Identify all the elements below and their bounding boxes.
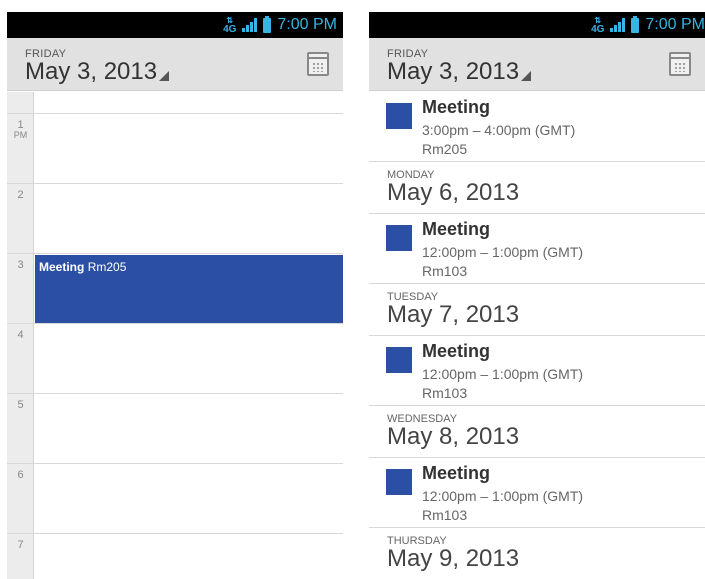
hour-label: 1 PM [13,119,28,141]
agenda-event[interactable]: Meeting 12:00pm – 1:00pm (GMT) Rm103 [369,214,705,284]
event-title: Meeting [422,463,491,483]
hour-label: 3 [17,259,24,271]
header-date[interactable]: May 3, 2013 [387,58,532,86]
hour-row[interactable]: 6 [7,464,343,534]
event-location: Rm103 [422,385,468,401]
hour-label: 7 [17,539,24,551]
dropdown-caret-icon [159,71,170,81]
hour-label: 2 [17,189,24,201]
agenda-day-header: MONDAY May 6, 2013 [369,162,705,214]
agenda-day-header: WEDNESDAY May 8, 2013 [369,406,705,458]
hour-label: 6 [17,469,24,481]
day-date: May 8, 2013 [387,423,520,450]
hour-label: 4 [17,329,24,341]
event-time: 12:00pm – 1:00pm (GMT) [422,244,584,260]
hour-row[interactable]: 7 [7,534,343,579]
agenda-day-header: THURSDAY May 9, 2013 [369,528,705,579]
event-color-swatch [386,469,412,495]
network-4g-icon: ⇅ 4G [223,16,237,35]
event-title: Meeting [39,260,85,274]
event-color-swatch [386,347,412,373]
status-bar: ⇅ 4G 7:00 PM [369,12,705,38]
status-clock: 7:00 PM [645,16,705,33]
event-block[interactable]: Meeting Rm205 [35,255,343,323]
day-date: May 9, 2013 [387,545,520,572]
hour-row[interactable]: 4 [7,324,343,394]
agenda-event[interactable]: Meeting 12:00pm – 1:00pm (GMT) Rm103 [369,458,705,528]
battery-icon [263,15,272,33]
agenda-day-header: TUESDAY May 7, 2013 [369,284,705,336]
date-header[interactable]: FRIDAY May 3, 2013 [369,38,705,91]
event-location: Rm103 [422,507,468,523]
status-clock: 7:00 PM [277,16,337,33]
day-date: May 6, 2013 [387,179,520,206]
event-location: Rm205 [87,260,127,274]
day-date: May 7, 2013 [387,301,520,328]
event-color-swatch [386,103,412,129]
event-time: 12:00pm – 1:00pm (GMT) [422,366,584,382]
event-color-swatch [386,225,412,251]
status-bar: ⇅ 4G 7:00 PM [7,12,343,38]
agenda-view-screen: ⇅ 4G 7:00 PM FRIDAY May 3, 2013 Meeting 3… [369,12,705,579]
day-view-screen: ⇅ 4G 7:00 PM FRIDAY May 3, 2013 1 PM 2 3 4… [7,12,343,579]
battery-icon [631,15,640,33]
agenda-event[interactable]: Meeting 12:00pm – 1:00pm (GMT) Rm103 [369,336,705,406]
network-4g-icon: ⇅ 4G [591,16,605,35]
event-time: 3:00pm – 4:00pm (GMT) [422,122,576,138]
all-day-row[interactable] [7,92,343,114]
date-header[interactable]: FRIDAY May 3, 2013 [7,38,343,91]
dropdown-caret-icon [521,71,532,81]
event-title: Meeting [422,97,491,117]
hour-row[interactable]: 1 PM [7,114,343,184]
event-title: Meeting [422,341,491,361]
event-time: 12:00pm – 1:00pm (GMT) [422,488,584,504]
event-title: Meeting [422,219,491,239]
signal-icon [242,18,258,32]
calendar-today-icon[interactable] [307,52,329,76]
event-location: Rm205 [422,141,468,157]
hour-row[interactable]: 5 [7,394,343,464]
agenda-event[interactable]: Meeting 3:00pm – 4:00pm (GMT) Rm205 [369,92,705,162]
day-grid[interactable]: 1 PM 2 3 4 5 6 7 Meeting Rm205 [7,92,343,579]
signal-icon [610,18,626,32]
agenda-list[interactable]: Meeting 3:00pm – 4:00pm (GMT) Rm205 MOND… [369,92,705,579]
header-date[interactable]: May 3, 2013 [25,58,170,86]
calendar-today-icon[interactable] [669,52,691,76]
event-location: Rm103 [422,263,468,279]
hour-label: 5 [17,399,24,411]
hour-row[interactable]: 2 [7,184,343,254]
